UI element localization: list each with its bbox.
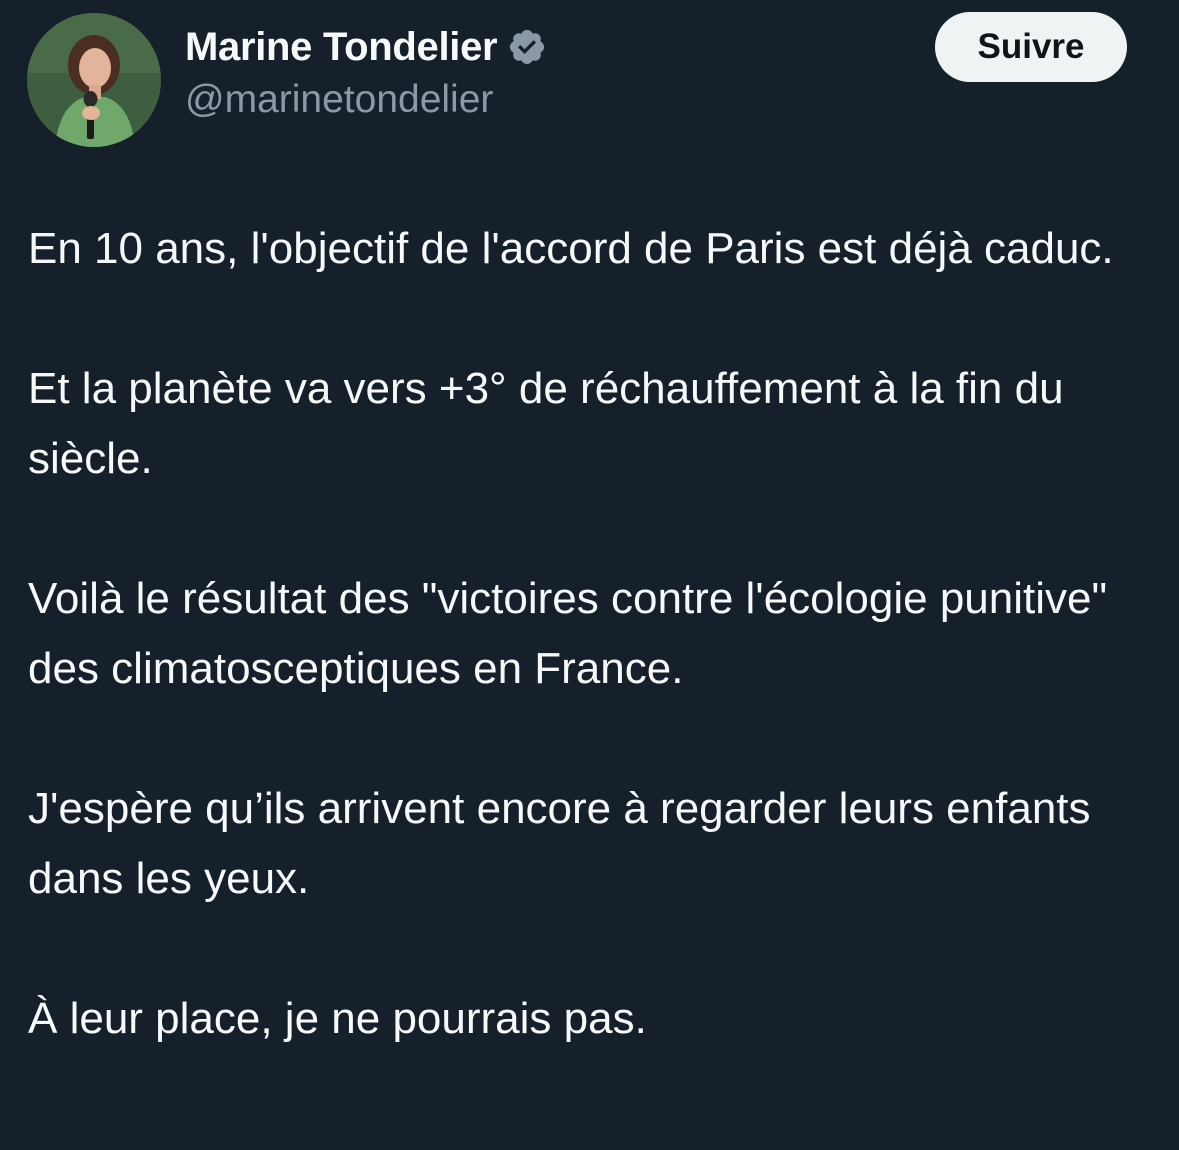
tweet-paragraph: En 10 ans, l'objectif de l'accord de Par… [28, 224, 1114, 273]
author-name-row: Marine Tondelier [185, 22, 547, 72]
verified-badge-icon [507, 27, 547, 67]
tweet: Marine Tondelier @marinetondelier Suivre… [0, 0, 1179, 1150]
tweet-paragraph: Et la planète va vers +3° de réchauffeme… [28, 364, 1064, 483]
author-handle[interactable]: @marinetondelier [185, 78, 493, 122]
tweet-paragraph: Voilà le résultat des "victoires contre … [28, 574, 1108, 693]
tweet-text: En 10 ans, l'objectif de l'accord de Par… [28, 214, 1148, 1054]
display-name[interactable]: Marine Tondelier [185, 25, 498, 70]
profile-photo-icon [27, 13, 161, 147]
tweet-paragraph: J'espère qu’ils arrivent encore à regard… [28, 784, 1091, 903]
avatar[interactable] [27, 13, 161, 147]
follow-button[interactable]: Suivre [935, 12, 1127, 82]
tweet-paragraph: À leur place, je ne pourrais pas. [28, 994, 647, 1043]
